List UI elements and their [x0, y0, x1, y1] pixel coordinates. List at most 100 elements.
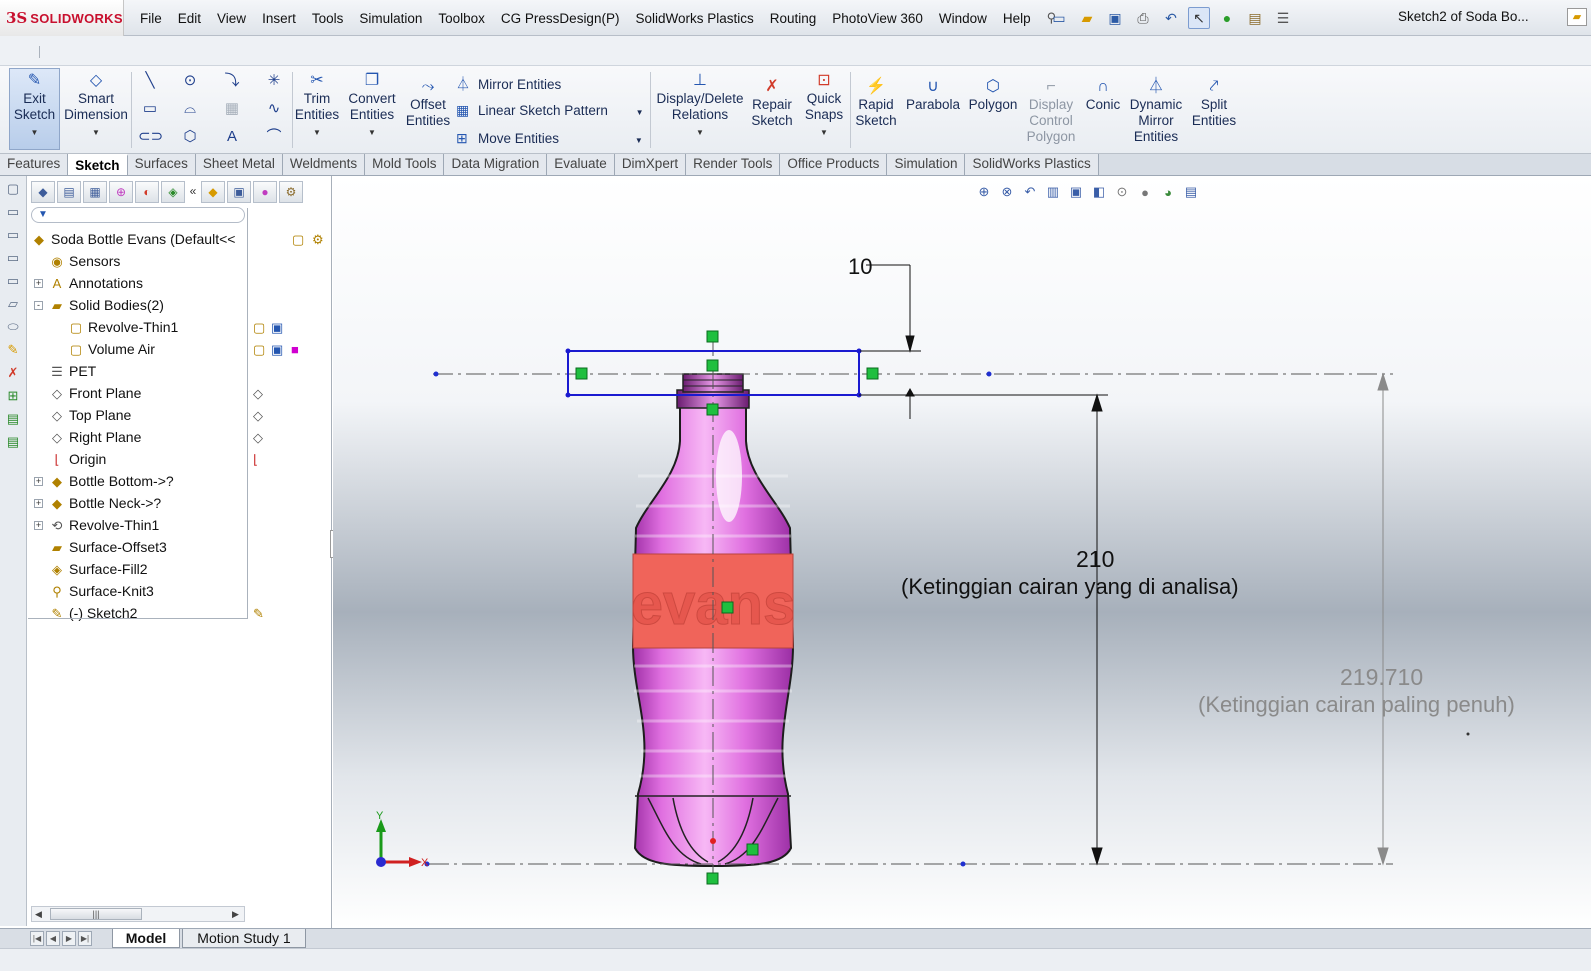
- menu-help[interactable]: Help: [995, 11, 1039, 26]
- menu-toolbox[interactable]: Toolbox: [430, 11, 493, 26]
- sketch-edit-icon[interactable]: ✎: [3, 340, 23, 360]
- trim-entities-button[interactable]: ✂ Trim Entities ▼: [294, 72, 340, 141]
- body-color-icon[interactable]: ▣: [271, 342, 283, 358]
- open-folder-icon[interactable]: ▰: [1076, 7, 1098, 29]
- tree-item-sketch2[interactable]: ✎ (-) Sketch2: [48, 602, 138, 624]
- tab-sheet-metal[interactable]: Sheet Metal: [195, 154, 283, 175]
- plane-visibility-icon[interactable]: ◇: [253, 430, 263, 446]
- feature-tree-tab-icon[interactable]: ◆: [31, 181, 55, 203]
- tree-item-annotations[interactable]: + A Annotations: [34, 272, 143, 294]
- magenta-appearance-icon[interactable]: ■: [291, 342, 299, 357]
- menu-insert[interactable]: Insert: [254, 11, 304, 26]
- undo-icon[interactable]: ↶: [1160, 7, 1182, 29]
- tree-item-revolve-thin1[interactable]: + ⟲ Revolve-Thin1: [34, 514, 159, 536]
- linear-sketch-pattern-button[interactable]: ▦ Linear Sketch Pattern ▼: [456, 102, 644, 119]
- tree-item-surface-knit3[interactable]: ⚲ Surface-Knit3: [48, 580, 154, 602]
- plastics-tab-icon[interactable]: ◈: [161, 181, 185, 203]
- menu-edit[interactable]: Edit: [170, 11, 209, 26]
- expand-toggle[interactable]: +: [34, 279, 43, 288]
- repair-icon[interactable]: ✗: [3, 363, 23, 383]
- file-properties-icon[interactable]: ▤: [1244, 7, 1266, 29]
- configuration-manager-tab-icon[interactable]: ▦: [83, 181, 107, 203]
- point-tool-icon[interactable]: ✳: [262, 70, 286, 92]
- dropdown-arrow-icon[interactable]: ▼: [31, 128, 39, 137]
- tree-item-volume-air[interactable]: ▢ Volume Air: [67, 338, 155, 360]
- rectangle-tool-icon[interactable]: ▭: [138, 98, 162, 120]
- dropdown-arrow-icon[interactable]: ▼: [696, 128, 704, 137]
- tab-dimxpert[interactable]: DimXpert: [614, 154, 687, 175]
- expand-toggle[interactable]: +: [34, 521, 43, 530]
- menu-routing[interactable]: Routing: [762, 11, 825, 26]
- search-folder-icon[interactable]: ▰: [1567, 8, 1587, 26]
- realview-icon[interactable]: ⚙: [279, 181, 303, 203]
- dropdown-arrow-icon[interactable]: ▼: [636, 108, 644, 117]
- tree-item-bottle-neck[interactable]: + ◆ Bottle Neck->?: [34, 492, 161, 514]
- menu-window[interactable]: Window: [931, 11, 995, 26]
- dimension-210-value[interactable]: 210: [1076, 546, 1114, 573]
- appearance-icon[interactable]: ◆: [201, 181, 225, 203]
- tree-root[interactable]: ◆ Soda Bottle Evans (Default<<: [30, 228, 235, 250]
- line-tool-icon[interactable]: ╲: [138, 70, 162, 92]
- menu-simulation[interactable]: Simulation: [351, 11, 430, 26]
- dropdown-arrow-icon[interactable]: ▼: [313, 128, 321, 137]
- dropdown-arrow-icon[interactable]: ▼: [820, 128, 828, 137]
- right-view-icon[interactable]: ▭: [3, 271, 23, 291]
- tree-item-front-plane[interactable]: ◇ Front Plane: [48, 382, 141, 404]
- tree-item-right-plane[interactable]: ◇ Right Plane: [48, 426, 141, 448]
- body-appearance-icon[interactable]: ▢: [253, 320, 265, 336]
- body-color-icon[interactable]: ▣: [271, 320, 283, 336]
- scene-icon[interactable]: ▣: [227, 181, 251, 203]
- front-view-icon[interactable]: ▭: [3, 225, 23, 245]
- quick-snaps-button[interactable]: ⊡ Quick Snaps ▼: [800, 72, 848, 141]
- dropdown-arrow-icon[interactable]: ▼: [92, 128, 100, 137]
- dimension-10-value[interactable]: 10: [848, 254, 872, 279]
- dimxpert-tab-icon[interactable]: ⊕: [109, 181, 133, 203]
- tab-data-migration[interactable]: Data Migration: [444, 154, 548, 175]
- horizontal-scrollbar[interactable]: ◀ ||| ▶: [31, 906, 245, 922]
- text-tool-icon[interactable]: A: [220, 126, 244, 148]
- body-appearance-icon[interactable]: ▢: [253, 342, 265, 358]
- tree-item-surface-fill2[interactable]: ◈ Surface-Fill2: [48, 558, 148, 580]
- layer-icon[interactable]: ▤: [3, 409, 23, 429]
- tab-mold-tools[interactable]: Mold Tools: [365, 154, 445, 175]
- polygon-small-icon[interactable]: ⬡: [178, 126, 202, 148]
- expand-toggle[interactable]: +: [34, 477, 43, 486]
- scroll-thumb[interactable]: |||: [50, 908, 142, 920]
- new-document-icon[interactable]: ▭: [1048, 7, 1070, 29]
- expand-toggle[interactable]: +: [34, 499, 43, 508]
- menu-solidworks-plastics[interactable]: SolidWorks Plastics: [627, 11, 761, 26]
- display-state-icon[interactable]: ▢: [292, 232, 304, 248]
- scroll-left-icon[interactable]: ◀: [35, 907, 42, 921]
- polygon-button[interactable]: ⬡ Polygon: [964, 78, 1022, 113]
- tab-model[interactable]: Model: [112, 929, 180, 948]
- smart-dimension-button[interactable]: ◇ Smart Dimension ▼: [64, 72, 128, 141]
- tab-render-tools[interactable]: Render Tools: [686, 154, 781, 175]
- dimension-219-710-value[interactable]: 219.710: [1340, 664, 1423, 691]
- display-control-polygon-button[interactable]: ⌐ Display Control Polygon: [1022, 78, 1080, 145]
- slot-tool-icon[interactable]: ⌓: [178, 98, 202, 120]
- spline-tool-icon[interactable]: ∿: [262, 98, 286, 120]
- menu-tools[interactable]: Tools: [304, 11, 352, 26]
- rapid-sketch-button[interactable]: ⚡ Rapid Sketch: [852, 78, 900, 129]
- sketch-visibility-icon[interactable]: ✎: [253, 606, 264, 622]
- graphics-area[interactable]: ⊕ ⊗ ↶ ▥ ▣ ◧ ⊙ ● ◕ ▤ evans 10 Y X 210 (Ke…: [333, 176, 1591, 928]
- exit-sketch-button[interactable]: ✎ Exit Sketch ▼: [9, 68, 60, 150]
- tree-item-origin[interactable]: ⌊ Origin: [48, 448, 106, 470]
- arc-tool-icon[interactable]: ⤵: [220, 70, 244, 92]
- parabola-button[interactable]: ∪ Parabola: [904, 78, 962, 113]
- convert-entities-button[interactable]: ❐ Convert Entities ▼: [344, 72, 400, 141]
- origin-visibility-icon[interactable]: ⌊: [253, 452, 258, 468]
- expand-toggle[interactable]: -: [34, 301, 43, 310]
- tree-column-divider[interactable]: [247, 208, 248, 618]
- display-manager-tab-icon[interactable]: ◐: [135, 181, 159, 203]
- conic-button[interactable]: ∩ Conic: [1082, 78, 1124, 113]
- next-tab-icon[interactable]: ▶: [62, 931, 76, 946]
- sketch-plane-icon[interactable]: ▭: [3, 202, 23, 222]
- top-view-icon[interactable]: ▭: [3, 248, 23, 268]
- circle-tool-icon[interactable]: ⊙: [178, 70, 202, 92]
- last-tab-icon[interactable]: ▶|: [78, 931, 92, 946]
- plane-visibility-icon[interactable]: ◇: [253, 408, 263, 424]
- plane-visibility-icon[interactable]: ◇: [253, 386, 263, 402]
- print-icon[interactable]: ⎙: [1132, 7, 1154, 29]
- move-entities-button[interactable]: ⊞ Move Entities ▼: [456, 130, 643, 147]
